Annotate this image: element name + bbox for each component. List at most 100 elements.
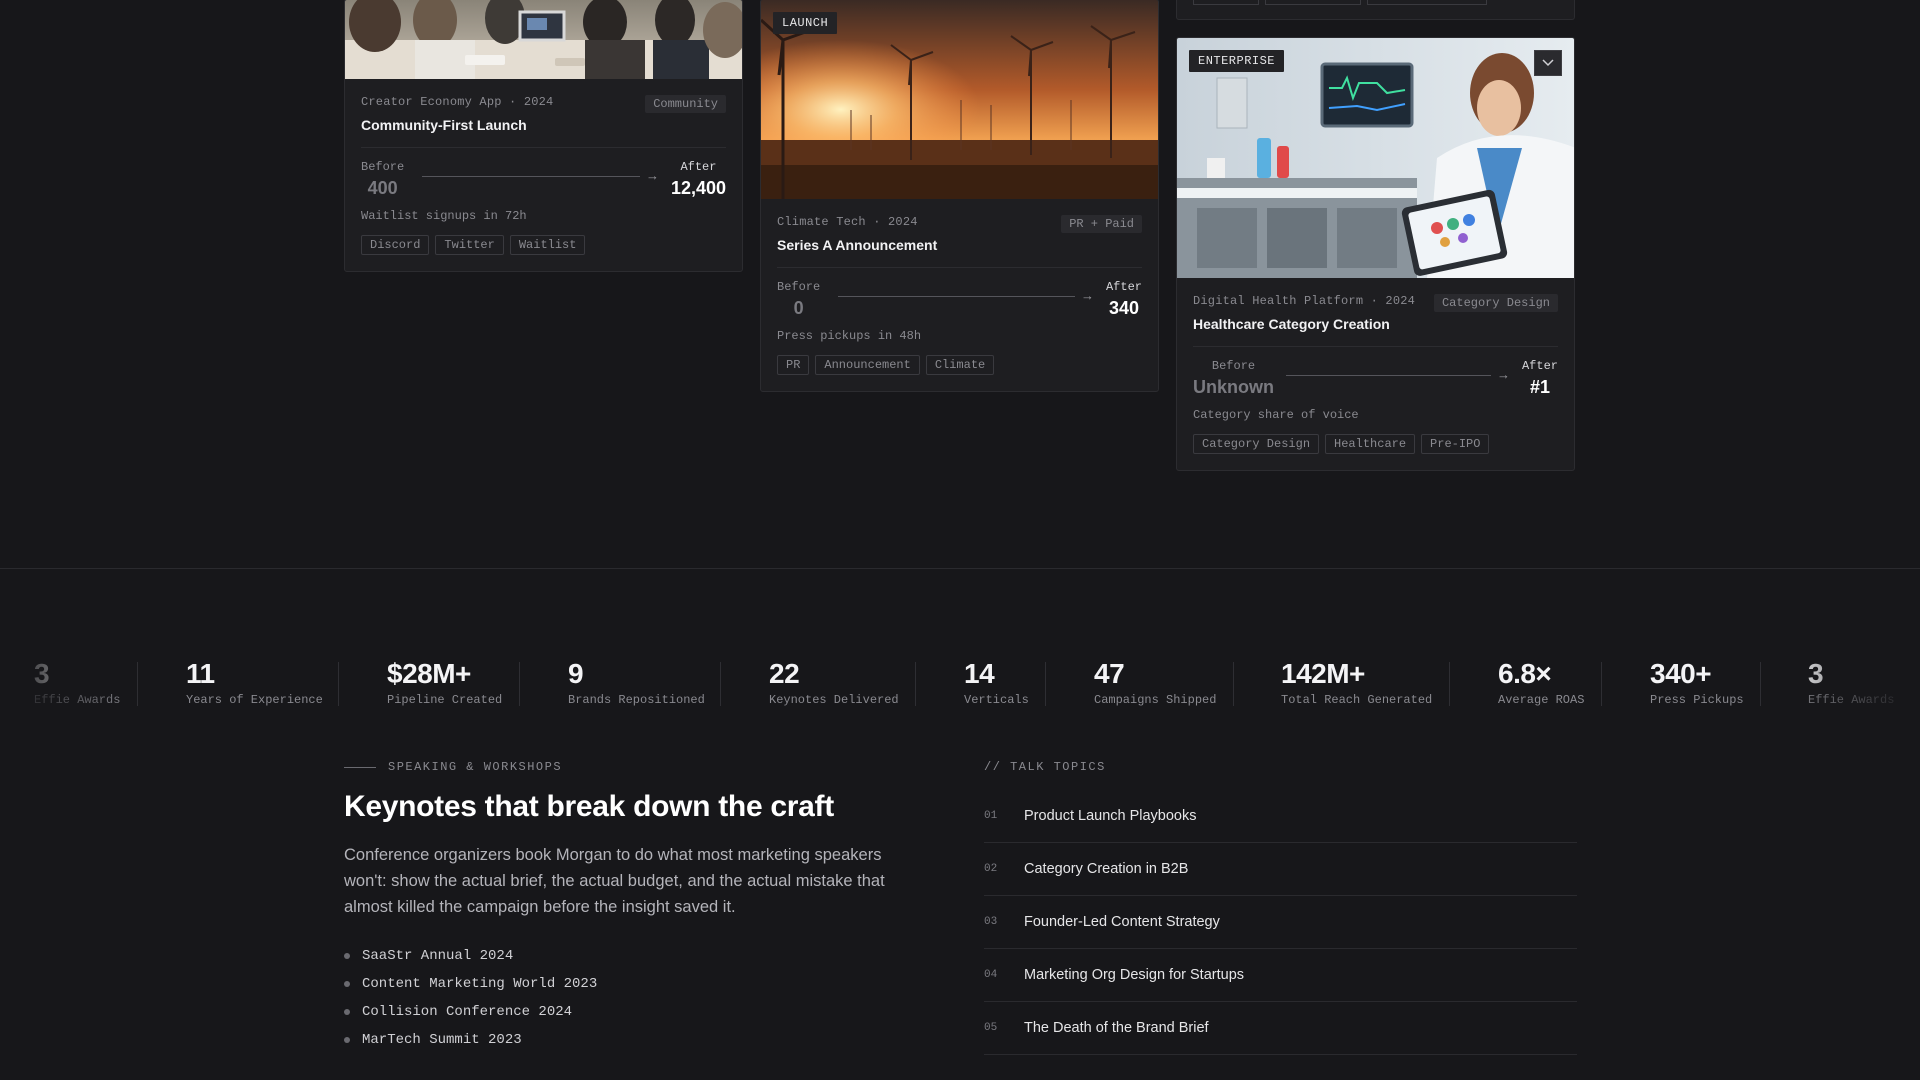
case-card-healthcare[interactable]: ENTERPRISE Digital Health Platform · 202…	[1176, 37, 1575, 471]
stat-item: 340+ Press Pickups	[1650, 658, 1744, 712]
topic-number: 05	[984, 1022, 998, 1034]
event-name: Collision Conference 2024	[362, 1004, 573, 1020]
topic-title: Category Creation in B2B	[1024, 861, 1189, 877]
progress-line	[422, 176, 640, 177]
stat-divider	[1760, 662, 1761, 706]
stat-item: 22 Keynotes Delivered	[769, 658, 899, 712]
event-item: Collision Conference 2024	[344, 998, 924, 1026]
stat-item: 14 Verticals	[964, 658, 1029, 712]
stat-divider	[1233, 662, 1234, 706]
after-label: After	[680, 160, 717, 174]
stat-divider	[137, 662, 138, 706]
divider	[361, 147, 726, 148]
stat-value: 14	[964, 658, 995, 689]
event-item: SaaStr Annual 2024	[344, 942, 924, 970]
stat-item: $28M+ Pipeline Created	[387, 658, 502, 712]
stat-divider	[338, 662, 339, 706]
stat-item: 142M+ Total Reach Generated	[1281, 658, 1432, 712]
eyebrow-text: SPEAKING & WORKSHOPS	[388, 760, 563, 774]
stat-divider	[915, 662, 916, 706]
bullet-icon	[344, 1037, 350, 1043]
after-label: After	[1521, 359, 1558, 373]
stat-label: Average ROAS	[1498, 693, 1585, 707]
stat-label: Effie Awards	[1808, 693, 1895, 707]
stat-label: Years of Experience	[186, 693, 323, 707]
after-label: After	[1105, 280, 1142, 294]
before-value: Unknown	[1193, 377, 1274, 397]
tag	[1193, 0, 1259, 5]
topic-item[interactable]: 04 Marketing Org Design for Startups	[984, 949, 1577, 1002]
stat-divider	[1449, 662, 1450, 706]
topic-item[interactable]: 03 Founder-Led Content Strategy	[984, 896, 1577, 949]
section-eyebrow: SPEAKING & WORKSHOPS	[344, 760, 924, 774]
stat-value: 3	[1808, 658, 1824, 689]
stat-divider	[519, 662, 520, 706]
tag: Announcement	[815, 355, 920, 375]
stat-item: 6.8× Average ROAS	[1498, 658, 1584, 712]
stat-item: 9 Brands Repositioned	[568, 658, 705, 712]
talk-topics: // TALK TOPICS 01 Product Launch Playbook…	[984, 760, 1577, 1055]
bullet-icon	[344, 953, 350, 959]
arrow-right-icon: →	[645, 168, 659, 183]
card-title: Community-First Launch	[361, 117, 527, 133]
tag: Healthcare	[1325, 434, 1416, 454]
stat-label: Keynotes Delivered	[769, 693, 899, 707]
stat-value: $28M+	[387, 658, 471, 689]
stat-label: Total Reach Generated	[1281, 693, 1433, 707]
stat-label: Pipeline Created	[387, 693, 503, 707]
card-meta: Digital Health Platform · 2024	[1193, 294, 1416, 308]
divider	[1193, 346, 1558, 347]
before-value: 0	[793, 298, 804, 318]
card-caption: Press pickups in 48h	[777, 329, 922, 343]
stat-value: 340+	[1650, 658, 1712, 689]
speaking-section: SPEAKING & WORKSHOPS Keynotes that break…	[344, 760, 924, 1054]
card-meta: Creator Economy App · 2024	[361, 95, 554, 109]
before-after: Before 400 → After 12,400	[361, 160, 726, 199]
tag: Category Design	[1193, 434, 1320, 454]
progress-line	[838, 296, 1075, 297]
bullet-icon	[344, 981, 350, 987]
topic-list: 01 Product Launch Playbooks 02 Category Cr…	[984, 790, 1577, 1055]
tag	[1265, 0, 1361, 5]
topic-item[interactable]: 02 Category Creation in B2B	[984, 843, 1577, 896]
eyebrow-rule	[344, 766, 376, 768]
after-value: #1	[1529, 377, 1550, 397]
section-title: Keynotes that break down the craft	[344, 790, 834, 823]
stat-item: 3 Effie Awards	[1808, 658, 1894, 712]
topic-title: Marketing Org Design for Startups	[1024, 967, 1245, 983]
card-image-doctor: ENTERPRISE	[1177, 38, 1574, 278]
case-card-climate[interactable]: LAUNCH Climate Tech · 2024 Series A Anno…	[760, 0, 1159, 392]
before-after: Before 0 → After 340	[777, 280, 1142, 319]
stat-label: Campaigns Shipped	[1094, 693, 1217, 707]
bullet-icon	[344, 1009, 350, 1015]
before-label: Before	[1211, 359, 1256, 373]
event-name: MarTech Summit 2023	[362, 1032, 522, 1048]
stat-value: 6.8×	[1498, 658, 1552, 689]
tag-list: PR Announcement Climate	[777, 355, 1142, 375]
topic-item[interactable]: 01 Product Launch Playbooks	[984, 790, 1577, 843]
divider	[777, 267, 1142, 268]
event-name: Content Marketing World 2023	[362, 976, 598, 992]
case-card-previous[interactable]	[1176, 0, 1575, 20]
topic-title: Founder-Led Content Strategy	[1024, 914, 1220, 930]
tag	[1367, 0, 1487, 5]
section-description: Conference organizers book Morgan to do …	[344, 846, 885, 916]
tag-list: Discord Twitter Waitlist	[361, 235, 726, 255]
stat-label: Verticals	[964, 693, 1029, 707]
stat-value: 142M+	[1281, 658, 1365, 689]
card-category-chip: Category Design	[1433, 294, 1558, 312]
meeting-photo	[345, 0, 742, 79]
section-divider	[0, 568, 1920, 569]
stats-ticker: 3 Effie Awards 11 Years of Experience $2…	[0, 658, 1920, 712]
stat-item: 47 Campaigns Shipped	[1094, 658, 1216, 712]
after-value: 340	[1108, 298, 1140, 318]
before-value: 400	[367, 178, 398, 198]
badge-launch: LAUNCH	[773, 12, 838, 34]
tag: Waitlist	[509, 235, 586, 255]
stat-item: 3 Effie Awards	[34, 658, 120, 712]
case-card-community[interactable]: Creator Economy App · 2024 Community-Fir…	[344, 0, 743, 272]
topic-item[interactable]: 05 The Death of the Brand Brief	[984, 1002, 1577, 1055]
card-image-wind-turbines: LAUNCH	[761, 0, 1158, 199]
chevron-down-icon[interactable]	[1534, 50, 1562, 76]
stat-divider	[720, 662, 721, 706]
